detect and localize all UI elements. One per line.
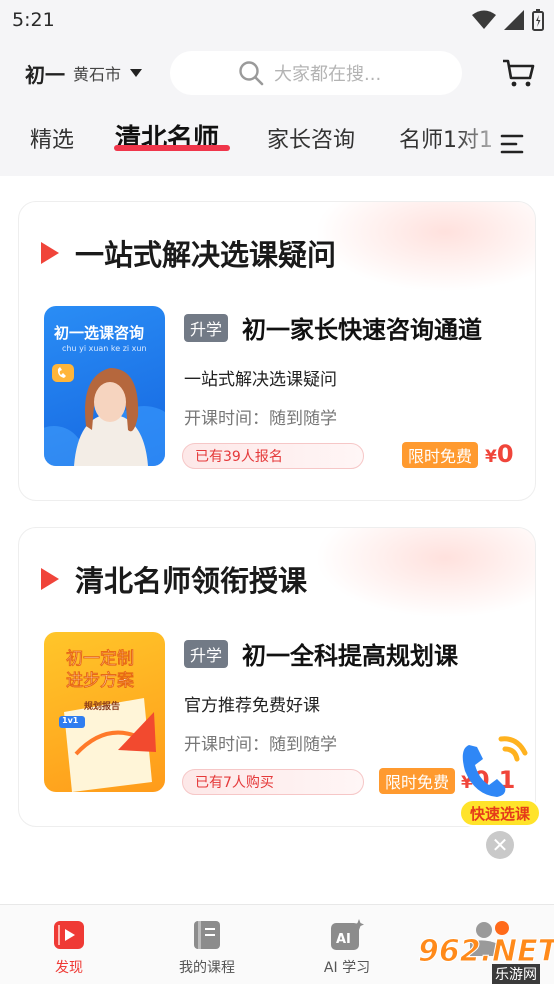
purchased-count: 已有7人购买 bbox=[182, 769, 364, 795]
ai-icon: AI bbox=[331, 919, 364, 950]
course-subtitle: 官方推荐免费好课 bbox=[184, 696, 320, 716]
menu-icon[interactable] bbox=[500, 133, 524, 155]
city-selector[interactable]: 黄石市 bbox=[73, 61, 121, 85]
card-header: 清北名师领衔授课 bbox=[41, 558, 307, 600]
course-name: 初一全科提高规划课 bbox=[242, 642, 459, 670]
category-tabs: 精选 清北名师 家长咨询 名师1对1 bbox=[0, 106, 554, 176]
search-icon bbox=[239, 61, 264, 86]
cart-icon[interactable] bbox=[502, 58, 536, 88]
quick-select-label: 快速选课 bbox=[459, 799, 541, 827]
course-name: 初一家长快速咨询通道 bbox=[242, 316, 483, 344]
thumb-report-label: 规划报告 bbox=[84, 702, 121, 712]
site-watermark: 962.NET 乐游网 bbox=[414, 916, 554, 984]
nav-my-courses[interactable]: 我的课程 bbox=[162, 919, 252, 977]
category-tag: 升学 bbox=[184, 639, 229, 668]
status-icons bbox=[472, 9, 544, 31]
search-bar[interactable]: 大家都在搜... bbox=[170, 51, 463, 95]
video-icon bbox=[54, 921, 84, 949]
price-value: 0 bbox=[496, 440, 514, 468]
nav-discover[interactable]: 发现 bbox=[24, 919, 114, 977]
enrolled-count: 已有39人报名 bbox=[182, 443, 364, 469]
course-card[interactable]: 一站式解决选课疑问 初一选课咨询 chu yi xuan ke zi xun 升… bbox=[18, 201, 536, 501]
wifi-icon bbox=[472, 10, 496, 29]
card-title: 一站式解决选课疑问 bbox=[75, 238, 337, 272]
thumb-pinyin: chu yi xuan ke zi xun bbox=[62, 344, 147, 353]
nav-ai-learning[interactable]: AI AI 学习 bbox=[302, 919, 392, 977]
price-symbol: ¥ bbox=[485, 447, 497, 467]
price: ¥0 bbox=[485, 440, 514, 468]
course-thumbnail[interactable]: 初一定制 进步方案 规划报告 1v1 bbox=[44, 632, 165, 792]
quick-select-widget[interactable]: 快速选课 bbox=[455, 735, 545, 830]
nav-label: 我的课程 bbox=[179, 960, 235, 976]
thumb-title-line2: 进步方案 bbox=[66, 671, 134, 691]
category-tag: 升学 bbox=[184, 313, 229, 342]
top-bar: 初一 黄石市 大家都在搜... bbox=[0, 40, 554, 106]
play-icon bbox=[41, 568, 59, 590]
signal-icon bbox=[504, 10, 524, 30]
phone-icon bbox=[462, 736, 528, 797]
chevron-down-icon[interactable] bbox=[130, 69, 143, 77]
svg-text:AI: AI bbox=[336, 932, 351, 947]
battery-icon bbox=[532, 9, 544, 31]
course-thumbnail[interactable]: 初一选课咨询 chu yi xuan ke zi xun bbox=[44, 306, 165, 466]
free-badge: 限时免费 bbox=[402, 442, 479, 468]
close-icon[interactable]: ✕ bbox=[486, 831, 514, 859]
play-icon bbox=[41, 242, 59, 264]
book-icon bbox=[194, 921, 220, 949]
free-badge: 限时免费 bbox=[379, 768, 456, 794]
card-title: 清北名师领衔授课 bbox=[75, 564, 308, 598]
thumb-badge: 1v1 bbox=[62, 716, 79, 725]
grade-selector[interactable]: 初一 bbox=[25, 59, 65, 88]
course-subtitle: 一站式解决选课疑问 bbox=[184, 370, 337, 390]
thumb-title: 初一选课咨询 bbox=[54, 324, 145, 342]
search-placeholder: 大家都在搜... bbox=[274, 64, 382, 85]
tab-featured[interactable]: 精选 bbox=[30, 122, 74, 154]
card-header: 一站式解决选课疑问 bbox=[41, 232, 336, 274]
tab-parent-consult[interactable]: 家长咨询 bbox=[267, 122, 355, 154]
watermark-sub: 乐游网 bbox=[492, 964, 540, 984]
nav-label: 发现 bbox=[55, 960, 83, 976]
course-time: 开课时间：随到随学 bbox=[184, 409, 337, 429]
status-bar: 5:21 bbox=[0, 0, 554, 40]
status-time: 5:21 bbox=[12, 9, 55, 31]
course-info: 升学 初一家长快速咨询通道 一站式解决选课疑问 开课时间：随到随学 bbox=[184, 310, 524, 429]
active-tab-indicator bbox=[114, 145, 230, 151]
nav-label: AI 学习 bbox=[323, 960, 371, 976]
